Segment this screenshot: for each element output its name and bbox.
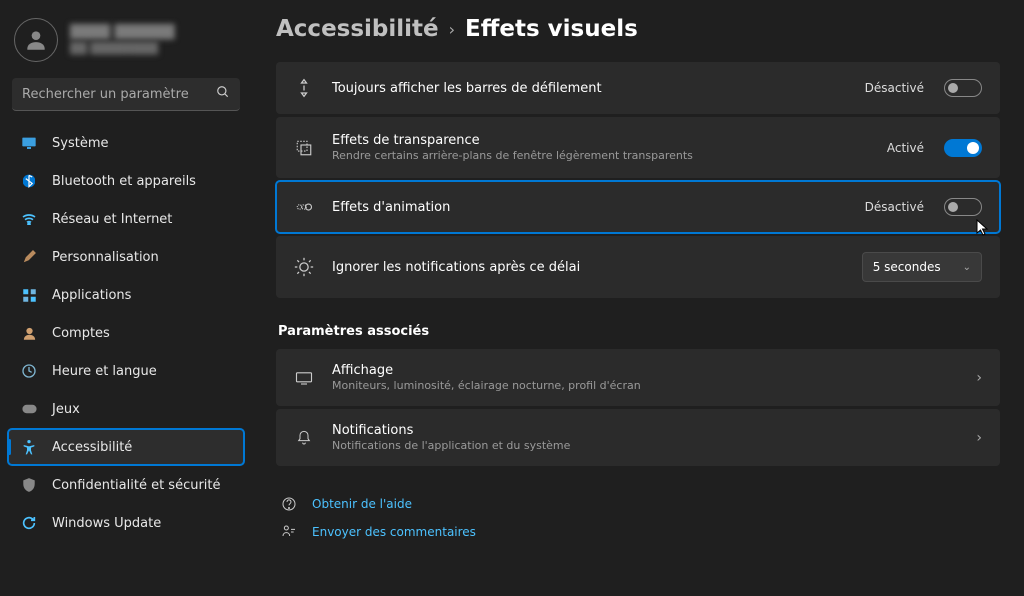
link-title: Notifications [332,423,958,438]
setting-notification-delay: Ignorer les notifications après ce délai… [276,236,1000,298]
toggle-state: Activé [887,141,924,155]
nav-item-privacy[interactable]: Confidentialité et sécurité [8,467,244,503]
nav-label: Confidentialité et sécurité [52,478,221,493]
nav-list: Système Bluetooth et appareils Réseau et… [8,125,244,541]
related-section-title: Paramètres associés [278,324,1000,339]
setting-title: Ignorer les notifications après ce délai [332,260,844,275]
person-icon [23,27,49,53]
nav-label: Réseau et Internet [52,212,172,227]
help-label: Obtenir de l'aide [312,497,412,511]
nav-item-accounts[interactable]: Comptes [8,315,244,351]
nav-item-network[interactable]: Réseau et Internet [8,201,244,237]
setting-transparency: Effets de transparenceRendre certains ar… [276,117,1000,178]
profile-name: ████ ██████ [70,25,236,40]
link-sub: Moniteurs, luminosité, éclairage nocturn… [332,379,958,392]
accessibility-icon [20,438,38,456]
related-notifications[interactable]: NotificationsNotifications de l'applicat… [276,409,1000,466]
main-content: Accessibilité › Effets visuels Toujours … [252,0,1024,596]
dropdown-value: 5 secondes [873,260,941,274]
scrollbar-icon [294,78,314,98]
toggle-state: Désactivé [865,200,924,214]
nav-item-time-language[interactable]: Heure et langue [8,353,244,389]
transparency-icon [294,138,314,158]
chevron-right-icon: › [976,370,982,386]
chevron-right-icon: › [976,430,982,446]
link-sub: Notifications de l'application et du sys… [332,439,958,452]
dismiss-timer-icon [294,257,314,277]
toggle-state: Désactivé [865,81,924,95]
help-link[interactable]: Obtenir de l'aide [276,490,1000,518]
search-input[interactable] [22,87,216,102]
nav-label: Jeux [52,402,80,417]
profile-block[interactable]: ████ ██████ ██ ████████ [8,14,244,78]
setting-title: Effets de transparence [332,133,869,148]
nav-label: Accessibilité [52,440,132,455]
search-box[interactable] [12,78,240,111]
setting-animation: Effets d'animation Désactivé [276,181,1000,233]
setting-sub: Rendre certains arrière-plans de fenêtre… [332,149,869,162]
sidebar: ████ ██████ ██ ████████ Système Bluetoot… [0,0,252,596]
update-icon [20,514,38,532]
nav-label: Applications [52,288,131,303]
brush-icon [20,248,38,266]
nav-item-personalization[interactable]: Personnalisation [8,239,244,275]
avatar [14,18,58,62]
animation-icon [294,197,314,217]
feedback-link[interactable]: Envoyer des commentaires [276,518,1000,546]
monitor-icon [20,134,38,152]
nav-item-system[interactable]: Système [8,125,244,161]
help-icon [280,496,298,512]
shield-icon [20,476,38,494]
nav-label: Heure et langue [52,364,157,379]
chevron-right-icon: › [449,20,455,39]
setting-scrollbars: Toujours afficher les barres de défileme… [276,62,1000,114]
footer-links: Obtenir de l'aide Envoyer des commentair… [276,490,1000,546]
nav-label: Comptes [52,326,110,341]
search-button[interactable] [216,85,230,103]
breadcrumb: Accessibilité › Effets visuels [276,16,1000,42]
scrollbars-toggle[interactable] [944,79,982,97]
setting-title: Toujours afficher les barres de défileme… [332,81,847,96]
nav-item-apps[interactable]: Applications [8,277,244,313]
feedback-icon [280,524,298,540]
person-icon [20,324,38,342]
nav-item-gaming[interactable]: Jeux [8,391,244,427]
chevron-down-icon: ⌄ [963,262,971,273]
breadcrumb-parent[interactable]: Accessibilité [276,16,439,42]
display-icon [294,368,314,388]
feedback-label: Envoyer des commentaires [312,525,476,539]
transparency-toggle[interactable] [944,139,982,157]
nav-item-windows-update[interactable]: Windows Update [8,505,244,541]
link-title: Affichage [332,363,958,378]
gamepad-icon [20,400,38,418]
nav-label: Personnalisation [52,250,159,265]
nav-item-accessibility[interactable]: Accessibilité [8,429,244,465]
nav-label: Windows Update [52,516,161,531]
setting-title: Effets d'animation [332,200,847,215]
bluetooth-icon [20,172,38,190]
related-display[interactable]: AffichageMoniteurs, luminosité, éclairag… [276,349,1000,406]
animation-toggle[interactable] [944,198,982,216]
clock-globe-icon [20,362,38,380]
wifi-icon [20,210,38,228]
apps-icon [20,286,38,304]
nav-item-bluetooth[interactable]: Bluetooth et appareils [8,163,244,199]
bell-icon [294,428,314,448]
search-icon [216,85,230,99]
breadcrumb-current: Effets visuels [465,16,638,42]
nav-label: Bluetooth et appareils [52,174,196,189]
profile-sub: ██ ████████ [70,42,236,55]
nav-label: Système [52,136,108,151]
notification-delay-dropdown[interactable]: 5 secondes ⌄ [862,252,982,282]
